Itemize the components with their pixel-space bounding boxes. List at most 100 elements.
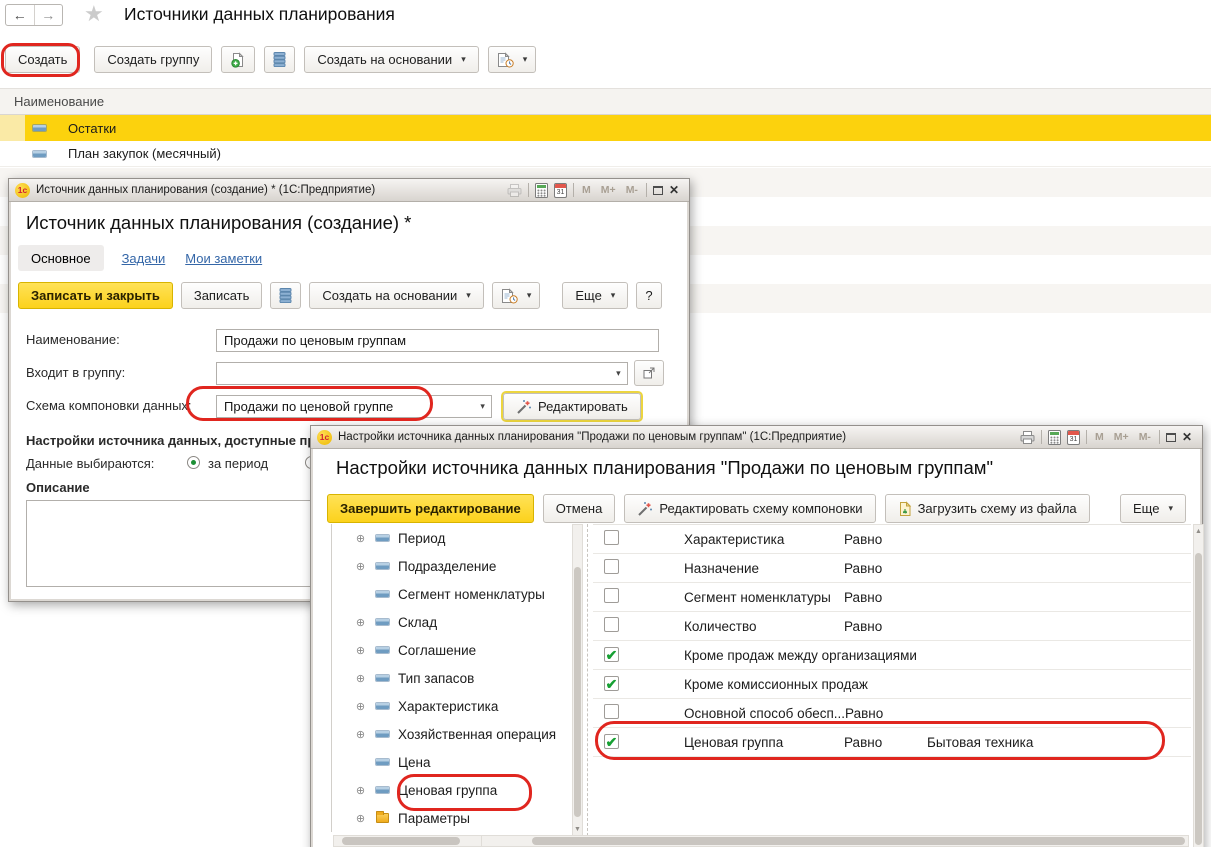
more-button[interactable]: Еще ▾ <box>562 282 628 309</box>
combo-arrow-icon[interactable]: ▾ <box>474 395 492 418</box>
maximize-icon[interactable] <box>653 186 663 195</box>
checkbox-checked[interactable]: ✔ <box>604 676 619 691</box>
condition-row[interactable]: ✔ Кроме комиссионных продаж <box>593 670 1191 699</box>
scrollbar-thumb[interactable] <box>532 837 1185 845</box>
checkbox[interactable] <box>604 704 619 719</box>
memory-mminus-button[interactable]: M- <box>624 184 640 196</box>
memory-mplus-button[interactable]: M+ <box>599 184 618 196</box>
maximize-icon[interactable] <box>1166 433 1176 442</box>
create-based-on-button[interactable]: Создать на основании ▾ <box>309 282 483 309</box>
back-icon[interactable]: ← <box>6 5 35 25</box>
tree-item[interactable]: ⊕Тип запасов <box>332 664 572 692</box>
radio-period[interactable] <box>187 456 200 469</box>
conditions-vertical-scrollbar[interactable]: ▲ <box>1193 524 1204 847</box>
create-copy-button[interactable] <box>221 46 255 73</box>
checkbox[interactable] <box>604 559 619 574</box>
tree-vertical-scrollbar[interactable]: ▼ <box>572 524 583 836</box>
save-and-close-button[interactable]: Записать и закрыть <box>18 282 173 309</box>
list-row[interactable]: План закупок (месячный) <box>0 141 1211 167</box>
checkbox-checked[interactable]: ✔ <box>604 647 619 662</box>
create-based-on-button[interactable]: Создать на основании ▾ <box>304 46 478 73</box>
scheme-input[interactable] <box>216 395 474 418</box>
scroll-down-icon[interactable]: ▼ <box>573 826 582 833</box>
scrollbar-thumb[interactable] <box>574 567 581 817</box>
scroll-up-icon[interactable]: ▲ <box>1194 528 1203 535</box>
panel-splitter[interactable] <box>587 524 588 836</box>
tab-main[interactable]: Основное <box>18 245 104 271</box>
save-button[interactable]: Записать <box>181 282 263 309</box>
list-settings-button[interactable] <box>264 46 295 73</box>
condition-row[interactable]: Сегмент номенклатуры Равно <box>593 583 1191 612</box>
memory-m-button[interactable]: M <box>1093 431 1106 443</box>
list-column-header[interactable]: Наименование <box>0 88 1211 115</box>
dialog1-titlebar[interactable]: 1с Источник данных планирования (создани… <box>9 179 689 202</box>
memory-mplus-button[interactable]: M+ <box>1112 431 1131 443</box>
load-scheme-from-file-button[interactable]: Загрузить схему из файла <box>885 494 1090 523</box>
memory-mminus-button[interactable]: M- <box>1137 431 1153 443</box>
tree-item[interactable]: ⊕Период <box>332 524 572 552</box>
edit-scheme-button[interactable]: Редактировать <box>503 393 641 420</box>
print-icon[interactable] <box>507 184 522 197</box>
expand-icon[interactable]: ⊕ <box>354 784 367 797</box>
condition-row[interactable]: ✔ Кроме продаж между организациями <box>593 641 1191 670</box>
create-group-button[interactable]: Создать группу <box>94 46 212 73</box>
calendar-icon[interactable]: 31 <box>554 183 567 198</box>
scheduled-document-button[interactable]: ▾ <box>488 46 537 73</box>
condition-row[interactable]: Характеристика Равно <box>593 525 1191 554</box>
tree-item[interactable]: ⊕Склад <box>332 608 572 636</box>
expand-icon[interactable]: ⊕ <box>354 672 367 685</box>
condition-row[interactable]: Назначение Равно <box>593 554 1191 583</box>
calculator-icon[interactable] <box>535 183 548 198</box>
memory-m-button[interactable]: M <box>580 184 593 196</box>
more-button[interactable]: Еще ▾ <box>1120 494 1186 523</box>
expand-icon[interactable]: ⊕ <box>354 728 367 741</box>
scheduled-document-button[interactable]: ▾ <box>492 282 541 309</box>
print-icon[interactable] <box>1020 431 1035 444</box>
dialog2-titlebar[interactable]: 1с Настройки источника данных планирован… <box>311 426 1202 449</box>
chevron-down-icon: ▾ <box>461 54 466 65</box>
scrollbar-thumb[interactable] <box>1195 553 1202 845</box>
tab-my-notes[interactable]: Мои заметки <box>183 245 264 271</box>
list-row[interactable]: Остатки <box>0 115 1211 141</box>
expand-icon[interactable]: ⊕ <box>354 812 367 825</box>
tree-item-price-group[interactable]: ⊕Ценовая группа <box>332 776 572 804</box>
expand-icon[interactable]: ⊕ <box>354 644 367 657</box>
tab-tasks[interactable]: Задачи <box>120 245 168 271</box>
close-icon[interactable]: ✕ <box>1182 430 1192 444</box>
condition-row[interactable]: Количество Равно <box>593 612 1191 641</box>
tree-item[interactable]: Цена <box>332 748 572 776</box>
checkbox-checked[interactable]: ✔ <box>604 734 619 749</box>
favorite-star-icon[interactable]: ★ <box>84 1 104 27</box>
checkbox[interactable] <box>604 588 619 603</box>
tree-item[interactable]: Сегмент номенклатуры <box>332 580 572 608</box>
tree-item[interactable]: ⊕Характеристика <box>332 692 572 720</box>
create-button[interactable]: Создать <box>5 46 80 73</box>
cancel-button[interactable]: Отмена <box>543 494 616 523</box>
tree-item[interactable]: ⊕Соглашение <box>332 636 572 664</box>
open-group-button[interactable] <box>634 360 664 386</box>
conditions-horizontal-scrollbar[interactable] <box>481 835 1189 847</box>
edit-composition-scheme-button[interactable]: Редактировать схему компоновки <box>624 494 875 523</box>
tree-item-parameters[interactable]: ⊕Параметры <box>332 804 572 832</box>
forward-icon[interactable]: → <box>35 5 63 25</box>
name-input[interactable] <box>216 329 659 352</box>
expand-icon[interactable]: ⊕ <box>354 700 367 713</box>
finish-editing-button[interactable]: Завершить редактирование <box>327 494 534 523</box>
condition-row[interactable]: Основной способ обесп... Равно <box>593 699 1191 728</box>
checkbox[interactable] <box>604 530 619 545</box>
condition-row-price-group[interactable]: ✔ Ценовая группа Равно Бытовая техника <box>593 728 1191 757</box>
expand-icon[interactable]: ⊕ <box>354 560 367 573</box>
calculator-icon[interactable] <box>1048 430 1061 445</box>
scrollbar-thumb[interactable] <box>342 837 460 845</box>
checkbox[interactable] <box>604 617 619 632</box>
expand-icon[interactable]: ⊕ <box>354 616 367 629</box>
calendar-icon[interactable]: 31 <box>1067 430 1080 445</box>
combo-arrow-icon[interactable]: ▾ <box>610 362 628 385</box>
list-settings-button[interactable] <box>270 282 301 309</box>
tree-item[interactable]: ⊕Подразделение <box>332 552 572 580</box>
group-input[interactable] <box>216 362 610 385</box>
close-icon[interactable]: ✕ <box>669 183 679 197</box>
tree-item[interactable]: ⊕Хозяйственная операция <box>332 720 572 748</box>
help-button[interactable]: ? <box>636 282 661 309</box>
expand-icon[interactable]: ⊕ <box>354 532 367 545</box>
